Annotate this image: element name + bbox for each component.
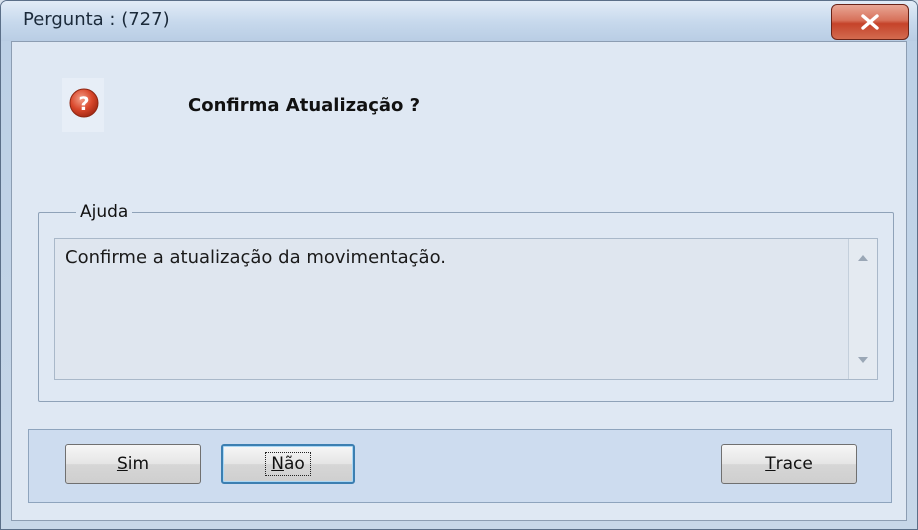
button-bar: Sim Não Trace	[28, 429, 892, 503]
trace-button[interactable]: Trace	[721, 444, 857, 484]
nao-focus-rect: Não	[265, 452, 311, 476]
scroll-up-icon[interactable]	[858, 255, 868, 261]
nao-label-rest: ão	[283, 454, 305, 474]
question-icon-frame: ?	[62, 78, 104, 132]
title-bar[interactable]: Pergunta : (727)	[1, 1, 917, 41]
help-textarea[interactable]: Confirme a atualização da movimentação.	[54, 238, 878, 380]
close-icon	[861, 14, 879, 30]
svg-text:?: ?	[78, 93, 89, 115]
nao-button[interactable]: Não	[221, 444, 355, 484]
sim-mnemonic: S	[116, 454, 128, 474]
help-scrollbar[interactable]	[848, 239, 877, 379]
trace-label-rest: race	[775, 454, 813, 474]
question-area: ? Confirma Atualização ?	[12, 42, 906, 187]
sim-button[interactable]: Sim	[65, 444, 201, 484]
dialog-window: Pergunta : (727) ? Confirma Atualização …	[0, 0, 918, 530]
nao-mnemonic: N	[271, 454, 284, 474]
trace-mnemonic: T	[765, 454, 776, 474]
help-text: Confirme a atualização da movimentação.	[65, 247, 446, 268]
close-button[interactable]	[831, 4, 909, 40]
scroll-down-icon[interactable]	[858, 357, 868, 363]
sim-label-rest: im	[127, 454, 150, 474]
help-legend: Ajuda	[76, 202, 133, 222]
window-title: Pergunta : (727)	[23, 9, 170, 30]
question-icon: ?	[69, 88, 99, 118]
dialog-body: ? Confirma Atualização ? Ajuda Confirme …	[11, 41, 907, 521]
question-text: Confirma Atualização ?	[188, 95, 421, 116]
